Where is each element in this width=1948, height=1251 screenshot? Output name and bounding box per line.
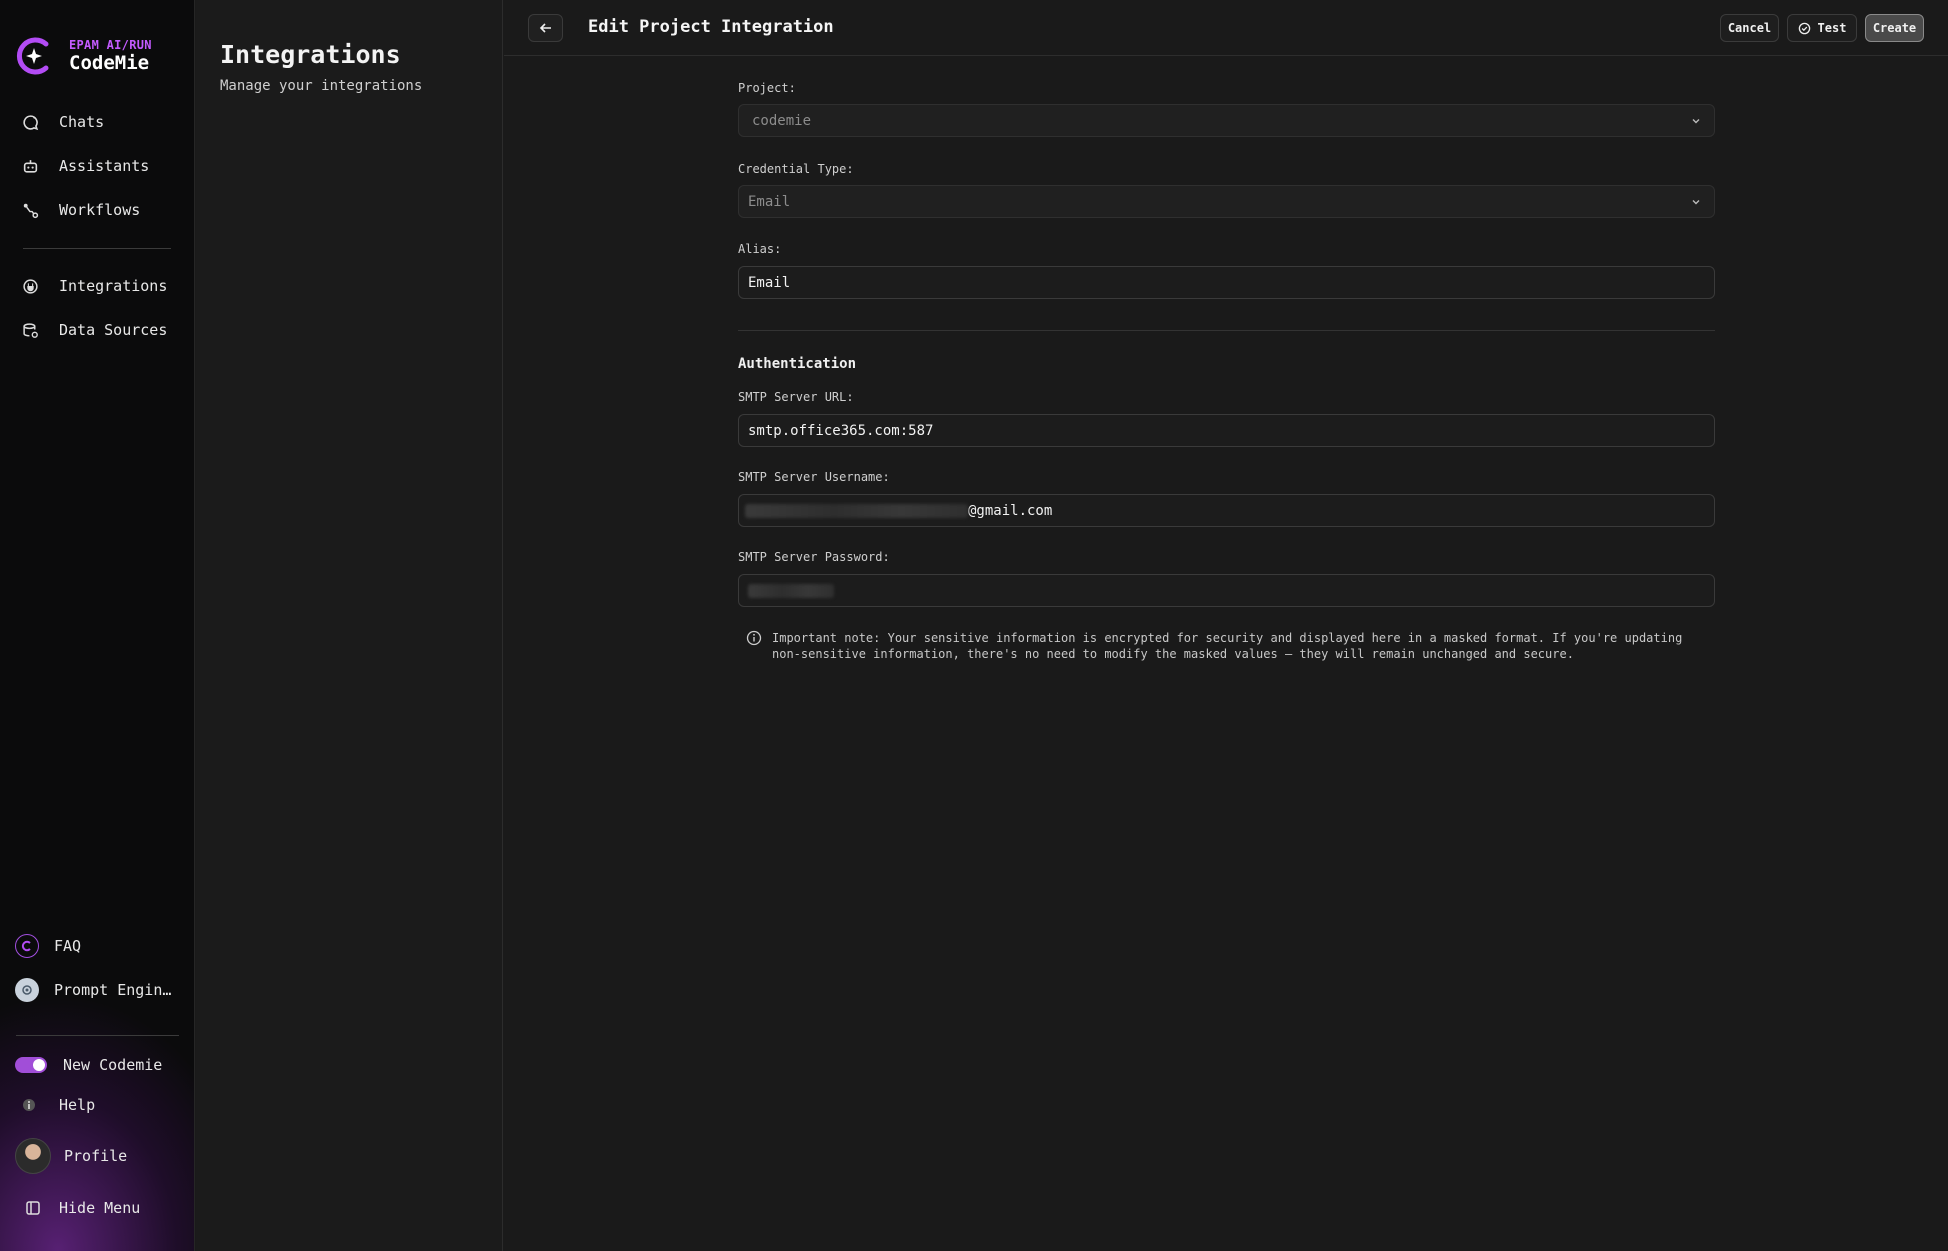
smtp-username-label: SMTP Server Username: bbox=[738, 470, 890, 484]
panel-subtitle: Manage your integrations bbox=[220, 78, 423, 94]
masked-value bbox=[748, 583, 834, 598]
project-value: codemie bbox=[752, 112, 812, 129]
prompt-engineering-label: Prompt Engin… bbox=[54, 981, 172, 999]
hide-menu-button[interactable]: Hide Menu bbox=[15, 1198, 140, 1218]
sidebar-collapse-icon bbox=[23, 1198, 43, 1218]
new-codemie-toggle[interactable]: New Codemie bbox=[15, 1056, 162, 1074]
sidebar-divider bbox=[16, 1035, 179, 1036]
note-text: Important note: Your sensitive informati… bbox=[772, 631, 1683, 661]
sidebar-item-label: Integrations bbox=[59, 277, 168, 295]
alias-label: Alias: bbox=[738, 242, 782, 256]
faq-icon bbox=[15, 934, 39, 958]
authentication-heading: Authentication bbox=[738, 356, 857, 372]
create-button[interactable]: Create bbox=[1865, 14, 1924, 42]
sidebar-divider bbox=[23, 248, 171, 249]
section-divider bbox=[738, 330, 1715, 331]
robot-icon bbox=[20, 156, 40, 176]
sidebar-item-chats[interactable]: Chats bbox=[20, 110, 104, 134]
brand-subtitle: EPAM AI/RUN bbox=[69, 38, 152, 52]
sidebar-item-data-sources[interactable]: Data Sources bbox=[20, 318, 167, 342]
page-title: Edit Project Integration bbox=[588, 17, 834, 37]
sidebar-item-label: Workflows bbox=[59, 201, 141, 219]
test-button[interactable]: Test bbox=[1787, 14, 1857, 42]
faq-label: FAQ bbox=[54, 937, 82, 955]
check-circle-icon bbox=[1798, 22, 1810, 34]
project-select[interactable]: codemie bbox=[738, 104, 1715, 137]
sidebar-item-assistants[interactable]: Assistants bbox=[20, 154, 149, 178]
codemie-logo-icon bbox=[16, 37, 49, 75]
help-link[interactable]: Help bbox=[15, 1095, 95, 1115]
sidebar-item-label: Chats bbox=[59, 113, 105, 131]
smtp-url-label: SMTP Server URL: bbox=[738, 390, 854, 404]
chevron-down-icon bbox=[1692, 119, 1700, 124]
page-header: Edit Project Integration Cancel Test Cre… bbox=[504, 0, 1948, 56]
smtp-url-input[interactable]: smtp.office365.com:587 bbox=[738, 414, 1715, 447]
brand[interactable]: EPAM AI/RUN CodeMie bbox=[16, 36, 152, 76]
integrations-panel: Integrations Manage your integrations bbox=[196, 0, 503, 1251]
credential-type-select[interactable]: Email bbox=[738, 185, 1715, 218]
info-icon bbox=[19, 1095, 39, 1115]
arrow-left-icon bbox=[539, 23, 551, 33]
database-icon bbox=[20, 320, 40, 340]
sidebar-item-label: Assistants bbox=[59, 157, 150, 175]
alias-input[interactable]: Email bbox=[738, 266, 1715, 299]
profile-link[interactable]: Profile bbox=[15, 1138, 127, 1174]
credential-type-value: Email bbox=[748, 193, 791, 210]
test-label: Test bbox=[1817, 21, 1847, 35]
cancel-button[interactable]: Cancel bbox=[1720, 14, 1779, 42]
masked-value bbox=[745, 503, 968, 518]
chat-icon bbox=[20, 112, 40, 132]
toggle-switch[interactable] bbox=[15, 1057, 47, 1073]
help-label: Help bbox=[59, 1096, 96, 1114]
security-note: Important note: Your sensitive informati… bbox=[746, 630, 1706, 662]
back-button[interactable] bbox=[528, 14, 563, 42]
info-icon bbox=[746, 630, 762, 646]
smtp-password-input[interactable] bbox=[738, 574, 1715, 607]
sidebar-item-integrations[interactable]: Integrations bbox=[20, 274, 167, 298]
prompt-engineering-link[interactable]: Prompt Engin… bbox=[15, 978, 171, 1002]
prompt-engineering-icon bbox=[15, 978, 39, 1002]
profile-label: Profile bbox=[64, 1147, 128, 1165]
sidebar-item-workflows[interactable]: Workflows bbox=[20, 198, 140, 222]
chevron-down-icon bbox=[1692, 200, 1700, 205]
brand-name: CodeMie bbox=[69, 52, 150, 74]
panel-title: Integrations bbox=[220, 40, 401, 69]
project-label: Project: bbox=[738, 81, 796, 95]
smtp-password-label: SMTP Server Password: bbox=[738, 550, 890, 564]
plug-icon bbox=[20, 276, 40, 296]
workflow-icon bbox=[20, 200, 40, 220]
main-content: Edit Project Integration Cancel Test Cre… bbox=[504, 0, 1948, 1251]
new-codemie-label: New Codemie bbox=[63, 1056, 163, 1074]
credential-type-label: Credential Type: bbox=[738, 162, 854, 176]
faq-link[interactable]: FAQ bbox=[15, 934, 81, 958]
sidebar-item-label: Data Sources bbox=[59, 321, 168, 339]
username-suffix: @gmail.com bbox=[968, 502, 1053, 519]
smtp-username-input[interactable]: @gmail.com bbox=[738, 494, 1715, 527]
main-sidebar: EPAM AI/RUN CodeMie Chats Assistants Wor… bbox=[0, 0, 195, 1251]
avatar bbox=[15, 1138, 51, 1174]
hide-menu-label: Hide Menu bbox=[59, 1199, 141, 1217]
